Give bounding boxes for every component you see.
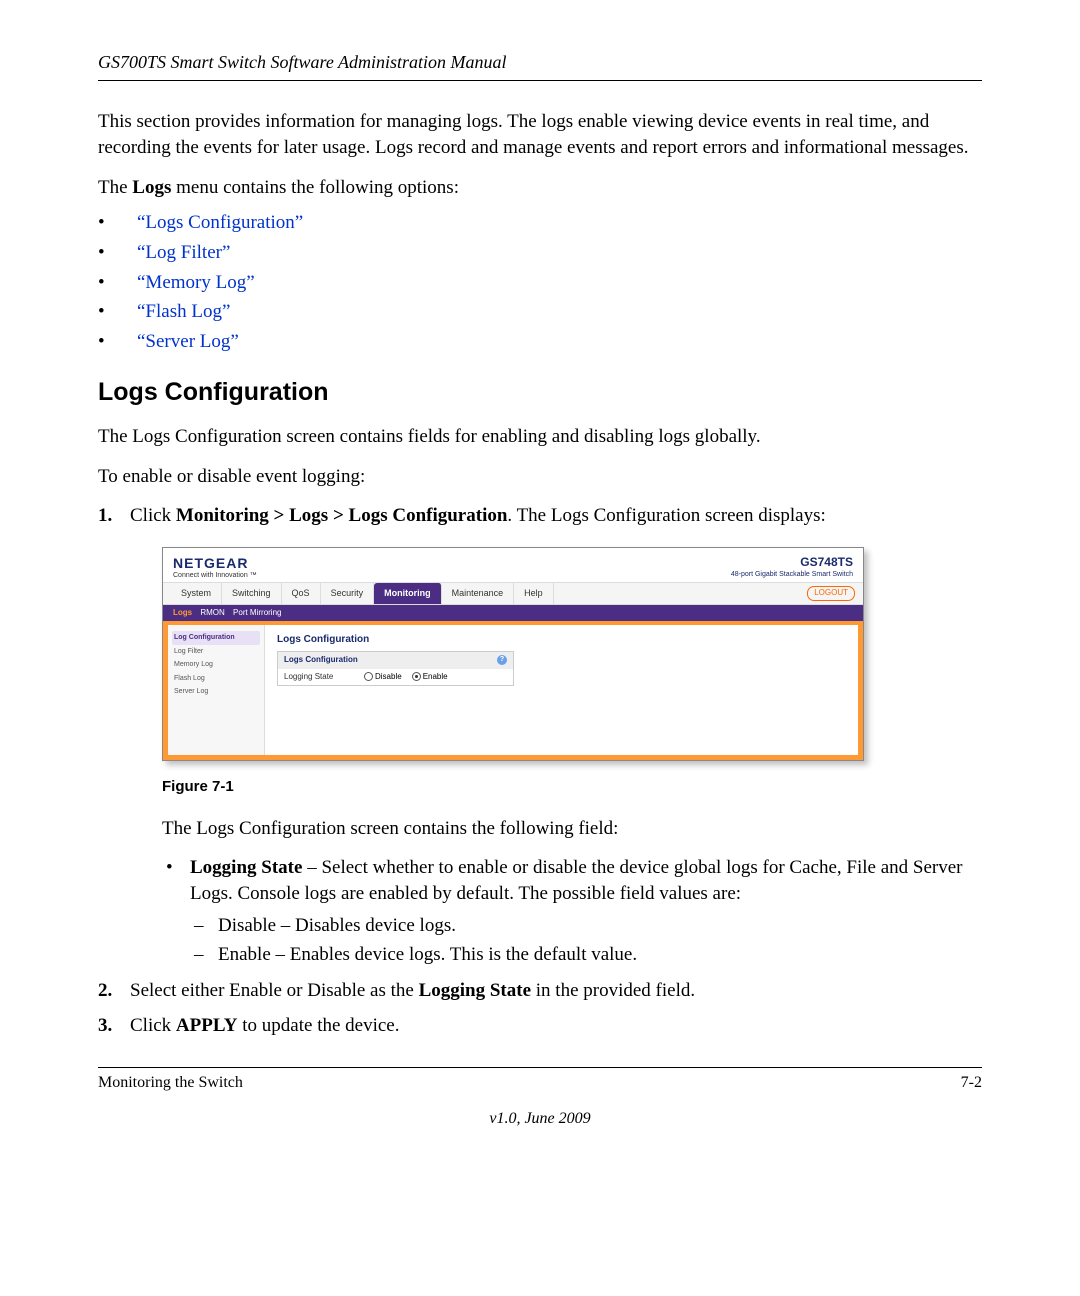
sidebar-item-log-filter[interactable]: Log Filter [172, 645, 260, 658]
steps-list: Click Monitoring > Logs > Logs Configura… [98, 503, 982, 1039]
figure-caption: Figure 7-1 [162, 777, 982, 797]
footer: Monitoring the Switch 7-2 [98, 1072, 982, 1094]
logout-button[interactable]: LOGOUT [807, 586, 855, 601]
opt-enable-label: Enable [423, 672, 448, 681]
list-item: “Logs Configuration” [98, 210, 982, 236]
step-2: Select either Enable or Disable as the L… [98, 978, 982, 1004]
section-para-2: To enable or disable event logging: [98, 464, 982, 490]
step1-pre: Click [130, 505, 176, 526]
panel-box-title: Logs Configuration [284, 655, 358, 666]
link-flash-log[interactable]: “Flash Log” [137, 301, 230, 322]
field-desc: – Select whether to enable or disable th… [190, 857, 962, 904]
figure-wrap: NETGEAR Connect with Innovation ™ GS748T… [162, 547, 982, 798]
step2-post: in the provided field. [531, 980, 695, 1001]
radio-enable[interactable]: Enable [412, 672, 448, 683]
after-figure-para: The Logs Configuration screen contains t… [162, 816, 982, 842]
value-enable: Enable – Enables device logs. This is th… [190, 942, 982, 968]
menu-intro-post: menu contains the following options: [171, 177, 459, 198]
tab-monitoring[interactable]: Monitoring [374, 583, 442, 603]
section-para-1: The Logs Configuration screen contains f… [98, 424, 982, 450]
step2-bold: Logging State [419, 980, 531, 1001]
screenshot: NETGEAR Connect with Innovation ™ GS748T… [162, 547, 864, 761]
value-disable: Disable – Disables device logs. [190, 913, 982, 939]
tab-qos[interactable]: QoS [282, 583, 321, 603]
model-sub: 48-port Gigabit Stackable Smart Switch [731, 570, 853, 579]
link-log-filter[interactable]: “Log Filter” [137, 242, 230, 263]
step-1: Click Monitoring > Logs > Logs Configura… [98, 503, 982, 967]
field-item: Logging State – Select whether to enable… [162, 855, 982, 968]
sidebar: Log Configuration Log Filter Memory Log … [168, 625, 265, 755]
section-heading: Logs Configuration [98, 376, 982, 410]
main-panel: Logs Configuration Logs Configuration ? … [265, 625, 858, 755]
footer-right: 7-2 [961, 1072, 982, 1094]
tab-switching[interactable]: Switching [222, 583, 282, 603]
tab-security[interactable]: Security [321, 583, 375, 603]
help-icon[interactable]: ? [497, 655, 507, 665]
sidebar-item-memory-log[interactable]: Memory Log [172, 658, 260, 671]
tab-help[interactable]: Help [514, 583, 554, 603]
panel-box: Logs Configuration ? Logging State Disab… [277, 651, 514, 687]
list-item: “Log Filter” [98, 240, 982, 266]
step3-pre: Click [130, 1015, 176, 1036]
sidebar-item-log-configuration[interactable]: Log Configuration [172, 631, 260, 644]
link-logs-configuration[interactable]: “Logs Configuration” [137, 212, 303, 233]
field-name: Logging State [190, 857, 302, 878]
footer-left: Monitoring the Switch [98, 1072, 243, 1094]
step1-bold: Monitoring > Logs > Logs Configuration [176, 505, 508, 526]
menu-intro: The Logs menu contains the following opt… [98, 175, 982, 201]
link-server-log[interactable]: “Server Log” [137, 331, 239, 352]
step3-bold: APPLY [176, 1015, 238, 1036]
menu-intro-pre: The [98, 177, 132, 198]
radio-disable[interactable]: Disable [364, 672, 402, 683]
tab-maintenance[interactable]: Maintenance [442, 583, 515, 603]
link-memory-log[interactable]: “Memory Log” [137, 272, 255, 293]
intro-paragraph: This section provides information for ma… [98, 109, 982, 160]
step3-post: to update the device. [238, 1015, 400, 1036]
menu-links: “Logs Configuration” “Log Filter” “Memor… [98, 210, 982, 354]
list-item: “Server Log” [98, 329, 982, 355]
step2-pre: Select either Enable or Disable as the [130, 980, 419, 1001]
footer-rule [98, 1067, 982, 1068]
version-line: v1.0, June 2009 [98, 1108, 982, 1130]
manual-title: GS700TS Smart Switch Software Administra… [98, 50, 982, 74]
sidebar-item-flash-log[interactable]: Flash Log [172, 672, 260, 685]
subtab-rmon[interactable]: RMON [200, 608, 224, 617]
sub-tab-bar: Logs RMON Port Mirroring [163, 605, 863, 622]
subtab-port-mirroring[interactable]: Port Mirroring [233, 608, 281, 617]
opt-disable-label: Disable [375, 672, 402, 681]
row-label: Logging State [284, 672, 354, 683]
subtab-logs[interactable]: Logs [173, 608, 192, 617]
tab-bar: System Switching QoS Security Monitoring… [163, 582, 863, 604]
field-list: Logging State – Select whether to enable… [162, 855, 982, 968]
field-values: Disable – Disables device logs. Enable –… [190, 913, 982, 968]
step-3: Click APPLY to update the device. [98, 1013, 982, 1039]
panel-title: Logs Configuration [277, 633, 846, 647]
header-rule [98, 80, 982, 81]
brand-sub: Connect with Innovation ™ [173, 571, 257, 580]
step1-post: . The Logs Configuration screen displays… [507, 505, 825, 526]
list-item: “Memory Log” [98, 270, 982, 296]
tab-system[interactable]: System [171, 583, 222, 603]
menu-intro-bold: Logs [132, 177, 171, 198]
model-name: GS748TS [731, 554, 853, 570]
sidebar-item-server-log[interactable]: Server Log [172, 685, 260, 698]
list-item: “Flash Log” [98, 299, 982, 325]
